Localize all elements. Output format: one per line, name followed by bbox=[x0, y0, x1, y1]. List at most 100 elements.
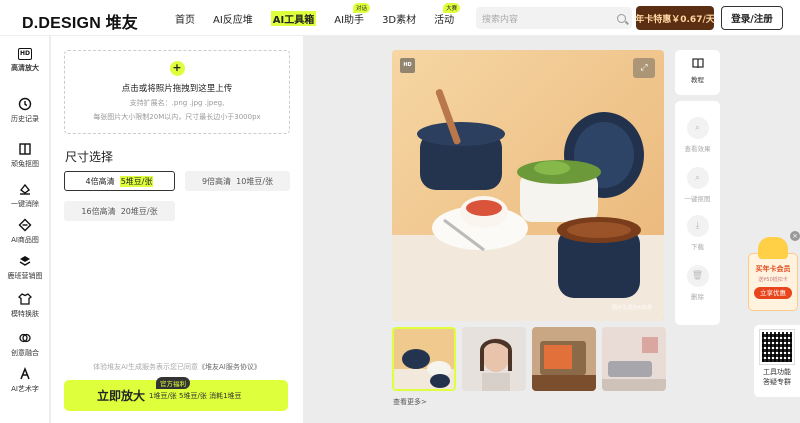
cutout-label: 一键抠图 bbox=[684, 195, 711, 203]
sidebar-item-ai-product[interactable]: AI商品图 bbox=[0, 218, 50, 245]
upscale-now-button[interactable]: 立即放大 官方福利 1堆豆/张 5堆豆/张 消耗1堆豆 bbox=[64, 377, 288, 411]
membership-promo-widget[interactable]: 买年卡会员 送¥50抵扣卡 立享优惠 × bbox=[748, 231, 800, 311]
thumbnail-oven[interactable] bbox=[532, 327, 596, 391]
ai-watermark: 图片生成自AI效果 bbox=[612, 305, 652, 311]
sidebar-item-eraser[interactable]: 一键消除 bbox=[0, 182, 50, 209]
text-icon bbox=[20, 367, 30, 380]
option-label: 4倍高清 bbox=[85, 176, 115, 186]
sidebar-item-label: AI商品图 bbox=[11, 236, 39, 244]
view-effect-label: 查看效果 bbox=[684, 145, 711, 153]
thumb-image bbox=[602, 327, 666, 391]
search-placeholder: 搜索内容 bbox=[482, 14, 519, 25]
logo[interactable]: D.DESIGN 堆友 bbox=[22, 9, 138, 33]
qr-code-icon bbox=[759, 329, 795, 365]
option-cost: 5堆豆/张 bbox=[119, 175, 154, 187]
sidebar-item-luban-marketing[interactable]: 鹿班营销图 bbox=[0, 254, 50, 281]
nav-3d-assets[interactable]: 3D素材 bbox=[382, 11, 416, 26]
clock-icon bbox=[18, 97, 32, 111]
support-group-card[interactable]: 工具功能 答疑专群 bbox=[754, 325, 800, 397]
preview-image: HD ⤢ 图片生成自AI效果 bbox=[392, 50, 664, 321]
delete-label: 删除 bbox=[691, 293, 704, 301]
search-icon[interactable] bbox=[617, 13, 626, 23]
promo-claim-button[interactable]: 立享优惠 bbox=[754, 287, 792, 299]
nav-badge-chat: 对话 bbox=[353, 2, 371, 13]
tool-sidebar: HD 高清放大 历史记录 顽兔抠图 一键消除 AI商品图 鹿班营销图 模特换肤 … bbox=[0, 36, 50, 423]
sidebar-item-cutout[interactable]: 顽兔抠图 bbox=[0, 142, 50, 169]
magnifier-icon: ⌕ bbox=[686, 117, 709, 139]
support-group-text: 工具功能 答疑专群 bbox=[754, 367, 800, 387]
annual-card-promo-button[interactable]: 年卡特惠￥0.67/天 bbox=[635, 6, 715, 30]
nav-badge-contest: 大赛 bbox=[443, 2, 461, 13]
tutorial-button[interactable]: 教程 bbox=[675, 56, 720, 84]
upload-title: 点击或将照片拖拽到这里上传 bbox=[121, 84, 233, 94]
option-cost: 10堆豆/张 bbox=[236, 176, 274, 186]
nav-home-label: 首页 bbox=[175, 14, 195, 26]
see-more-link[interactable]: 查看更多> bbox=[393, 397, 427, 407]
blend-icon bbox=[19, 333, 31, 343]
promo-title: 买年卡会员 bbox=[755, 265, 791, 273]
cta-label: 立即放大 bbox=[97, 389, 146, 403]
size-option-4x[interactable]: 4倍高清 5堆豆/张 bbox=[64, 171, 175, 191]
option-cost: 20堆豆/张 bbox=[120, 206, 158, 216]
product-icon bbox=[18, 218, 32, 232]
sidebar-item-model-swap[interactable]: 模特换肤 bbox=[0, 292, 50, 319]
thumb-image bbox=[462, 327, 526, 391]
thumbnail-portrait[interactable] bbox=[462, 327, 526, 391]
magnifier-icon: ⌕ bbox=[686, 167, 709, 189]
shirt-icon bbox=[18, 293, 32, 305]
size-section-title: 尺寸选择 bbox=[65, 150, 114, 164]
close-icon[interactable]: × bbox=[790, 231, 800, 241]
tableware-photo bbox=[392, 50, 664, 321]
nav-events[interactable]: 活动 大赛 bbox=[434, 2, 461, 26]
sidebar-item-label: AI艺术字 bbox=[11, 385, 39, 393]
sidebar-item-hd-upscale[interactable]: HD 高清放大 bbox=[0, 48, 50, 73]
download-icon: ⤓ bbox=[686, 215, 709, 237]
delete-button[interactable]: 🗑 删除 bbox=[675, 265, 720, 301]
nav-ai-reactor-label: AI反应堆 bbox=[213, 14, 253, 26]
size-option-9x[interactable]: 9倍高清 10堆豆/张 bbox=[185, 171, 290, 191]
thumb-image bbox=[394, 329, 454, 389]
tutorial-card[interactable]: 教程 bbox=[675, 50, 720, 95]
layers-icon bbox=[19, 256, 31, 266]
search-input[interactable]: 搜索内容 bbox=[476, 7, 632, 29]
main-nav: 首页 AI反应堆 AI工具箱 AI助手 对话 3D素材 活动 大赛 bbox=[175, 0, 472, 36]
expand-icon[interactable]: ⤢ bbox=[633, 58, 655, 78]
thumb-image bbox=[532, 327, 596, 391]
nav-ai-toolbox[interactable]: AI工具箱 bbox=[270, 10, 317, 26]
nav-ai-assistant[interactable]: AI助手 对话 bbox=[334, 2, 371, 26]
sidebar-item-history[interactable]: 历史记录 bbox=[0, 97, 50, 124]
nav-ai-assistant-label: AI助手 bbox=[334, 14, 365, 26]
size-option-16x[interactable]: 16倍高清 20堆豆/张 bbox=[64, 201, 175, 221]
tutorial-label: 教程 bbox=[691, 76, 704, 84]
login-button[interactable]: 登录/注册 bbox=[721, 6, 783, 30]
sidebar-item-label: 模特换肤 bbox=[11, 310, 39, 318]
hd-badge: HD bbox=[400, 58, 415, 73]
promo-card: 买年卡会员 送¥50抵扣卡 立享优惠 bbox=[748, 253, 798, 311]
thumbnail-living-room[interactable] bbox=[602, 327, 666, 391]
book-icon bbox=[691, 58, 704, 69]
view-effect-button[interactable]: ⌕ 查看效果 bbox=[675, 117, 720, 153]
plus-icon: + bbox=[169, 61, 185, 76]
hd-icon: HD bbox=[18, 48, 32, 60]
upload-dropzone[interactable]: + 点击或将照片拖拽到这里上传 支持扩展名：.png .jpg .jpeg, 每… bbox=[64, 50, 290, 134]
trash-icon: 🗑 bbox=[686, 265, 709, 287]
image-actions-panel: ⌕ 查看效果 ⌕ 一键抠图 ⤓ 下载 🗑 删除 bbox=[675, 101, 720, 325]
cta-cost-text: 1堆豆/张 5堆豆/张 消耗1堆豆 bbox=[149, 392, 242, 400]
sidebar-item-creative-blend[interactable]: 创意融合 bbox=[0, 331, 50, 358]
sidebar-item-ai-text-art[interactable]: AI艺术字 bbox=[0, 367, 50, 394]
nav-ai-reactor[interactable]: AI反应堆 bbox=[213, 11, 253, 26]
one-click-cutout-button[interactable]: ⌕ 一键抠图 bbox=[675, 167, 720, 203]
nav-home[interactable]: 首页 bbox=[175, 11, 195, 26]
eraser-icon bbox=[20, 183, 30, 195]
official-benefit-badge: 官方福利 bbox=[156, 377, 190, 389]
promo-subtitle: 送¥50抵扣卡 bbox=[758, 277, 788, 283]
qr-line2: 答疑专群 bbox=[763, 378, 791, 386]
download-button[interactable]: ⤓ 下载 bbox=[675, 215, 720, 251]
agreement-link[interactable]: 《堆友AI服务协议》 bbox=[198, 363, 261, 371]
sidebar-item-label: 顽兔抠图 bbox=[11, 160, 39, 168]
agreement-prefix: 体验堆友AI生成服务表示您已同意 bbox=[93, 363, 198, 371]
sidebar-item-label: 高清放大 bbox=[11, 64, 39, 72]
download-label: 下载 bbox=[691, 243, 704, 251]
thumbnail-tableware[interactable] bbox=[392, 327, 456, 391]
settings-panel: + 点击或将照片拖拽到这里上传 支持扩展名：.png .jpg .jpeg, 每… bbox=[51, 36, 303, 423]
